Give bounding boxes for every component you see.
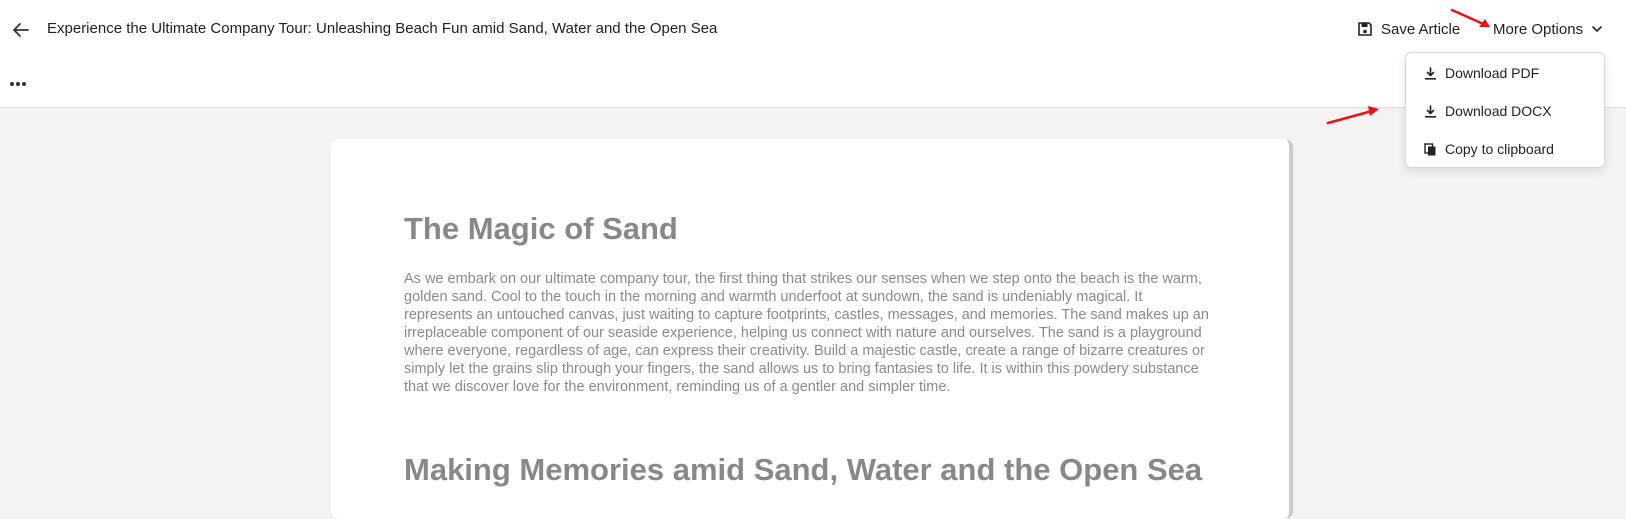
arrow-left-icon [13, 23, 29, 37]
more-options-menu: Download PDF Download DOCX Copy to clipb… [1405, 52, 1605, 168]
save-icon [1358, 22, 1372, 36]
annotation-arrow-icon [1450, 8, 1490, 28]
menu-item-download-pdf[interactable]: Download PDF [1406, 58, 1604, 88]
menu-item-label: Download DOCX [1445, 103, 1552, 119]
copy-icon [1424, 142, 1436, 155]
menu-item-label: Copy to clipboard [1445, 141, 1554, 157]
article-subheading: Making Memories amid Sand, Water and the… [404, 452, 1203, 487]
menu-item-copy-to-clipboard[interactable]: Copy to clipboard [1406, 134, 1604, 164]
annotation-arrow-icon [1326, 106, 1379, 125]
menu-item-label: Download PDF [1445, 65, 1540, 81]
page-title: Experience the Ultimate Company Tour: Un… [47, 20, 718, 37]
chevron-down-icon [1592, 26, 1602, 32]
download-icon [1425, 66, 1436, 80]
more-options-button[interactable]: More Options [1493, 18, 1603, 40]
more-actions-button[interactable] [9, 76, 29, 92]
more-options-label: More Options [1493, 20, 1584, 38]
top-bar: Experience the Ultimate Company Tour: Un… [0, 0, 1626, 108]
menu-item-download-docx[interactable]: Download DOCX [1406, 96, 1604, 126]
article-heading: The Magic of Sand [404, 211, 678, 246]
ellipsis-icon [10, 82, 26, 86]
save-article-button[interactable]: Save Article [1357, 18, 1460, 40]
download-icon [1425, 104, 1436, 118]
article-paragraph: As we embark on our ultimate company tou… [404, 271, 1209, 395]
back-button[interactable] [10, 19, 32, 41]
article-card: The Magic of Sand As we embark on our ul… [331, 139, 1293, 519]
